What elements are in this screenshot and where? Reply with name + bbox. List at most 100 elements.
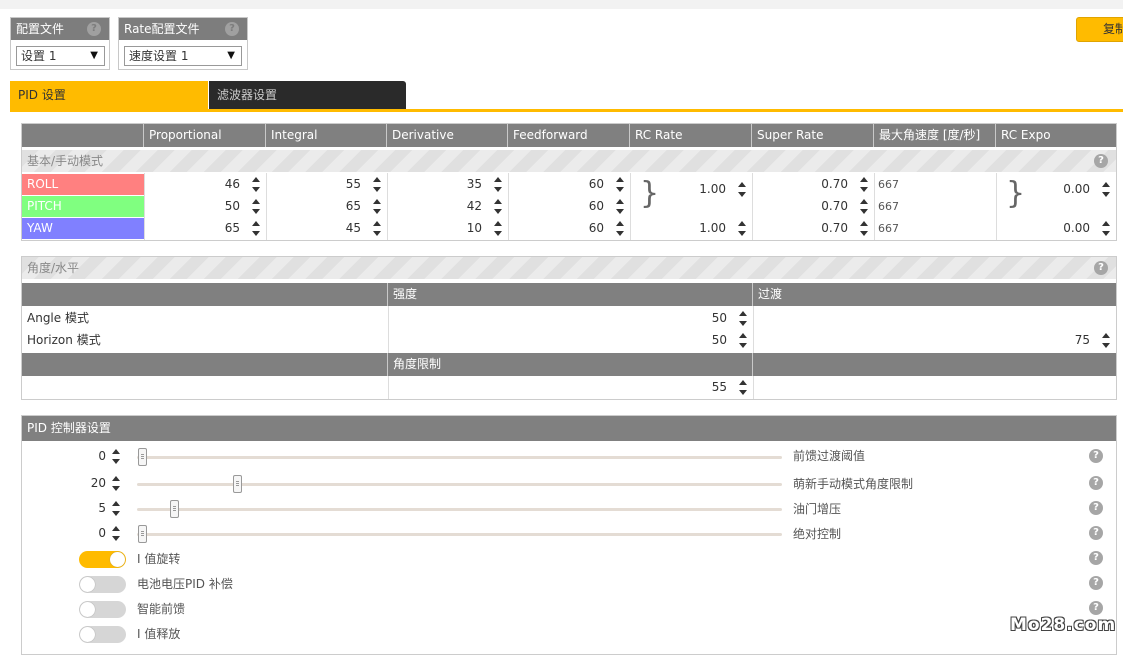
help-icon[interactable]: ? xyxy=(1089,551,1103,565)
pitch-i-value: 65 xyxy=(345,199,361,213)
iterm-relax-toggle[interactable] xyxy=(79,626,126,643)
help-icon[interactable]: ? xyxy=(225,22,239,36)
spinner-icon[interactable] xyxy=(616,177,624,192)
spinner-icon[interactable] xyxy=(1102,182,1110,197)
spinner-icon[interactable] xyxy=(860,221,868,236)
pitch-i-input[interactable]: 65 xyxy=(266,196,387,217)
tab-filter-settings[interactable]: 滤波器设置 xyxy=(209,81,406,110)
horizon-transition-input[interactable]: 75 xyxy=(753,330,1116,351)
spinner-icon[interactable] xyxy=(494,177,502,192)
spinner-icon[interactable] xyxy=(373,177,381,192)
help-icon[interactable]: ? xyxy=(1089,449,1103,463)
spinner-icon[interactable] xyxy=(494,221,502,236)
rate-profile-dropdown[interactable]: 速度设置 1 ▼ xyxy=(124,46,242,66)
yaw-super-rate-input[interactable]: 0.70 xyxy=(752,218,874,239)
spinner-icon[interactable] xyxy=(252,177,260,192)
throttle-boost-slider[interactable] xyxy=(137,508,782,511)
feedforward-threshold-slider[interactable] xyxy=(137,456,782,459)
help-icon[interactable]: ? xyxy=(1094,154,1108,168)
spinner-icon[interactable] xyxy=(112,501,120,516)
top-strip xyxy=(0,0,1123,9)
spinner-icon[interactable] xyxy=(860,199,868,214)
help-icon[interactable]: ? xyxy=(1089,601,1103,615)
rc-rate-roll-pitch-input[interactable]: 1.00 xyxy=(630,179,752,200)
rc-rate-yaw-input[interactable]: 1.00 xyxy=(630,218,752,239)
spinner-icon[interactable] xyxy=(860,177,868,192)
yaw-ff-input[interactable]: 60 xyxy=(508,218,630,239)
slider-handle[interactable] xyxy=(169,500,179,518)
rate-profile-header: Rate配置文件? xyxy=(119,18,247,40)
roll-ff-input[interactable]: 60 xyxy=(508,174,630,195)
spinner-icon[interactable] xyxy=(373,221,381,236)
beginner-angle-limit-input[interactable]: 20 xyxy=(26,473,126,494)
tab-pid-settings[interactable]: PID 设置 xyxy=(10,81,208,110)
spinner-icon[interactable] xyxy=(373,199,381,214)
angle-strength-input[interactable]: 50 xyxy=(388,308,753,329)
spinner-icon[interactable] xyxy=(112,526,120,541)
roll-i-input[interactable]: 55 xyxy=(266,174,387,195)
pitch-d-input[interactable]: 42 xyxy=(387,196,508,217)
yaw-d-input[interactable]: 10 xyxy=(387,218,508,239)
header-derivative: Derivative xyxy=(387,124,508,147)
header-blank xyxy=(22,283,388,306)
feedforward-threshold-input[interactable]: 0 xyxy=(26,446,126,467)
absolute-control-input[interactable]: 0 xyxy=(26,523,126,544)
help-icon[interactable]: ? xyxy=(1089,526,1103,540)
axis-pitch: PITCH xyxy=(22,196,144,217)
vbat-pid-compensation-toggle[interactable] xyxy=(79,576,126,593)
beginner-angle-limit-label: 萌新手动模式角度限制 xyxy=(793,477,914,491)
tab-underline xyxy=(10,109,1123,112)
slider-handle[interactable] xyxy=(138,525,147,543)
horizon-strength-input[interactable]: 50 xyxy=(388,330,753,351)
pitch-super-rate-input[interactable]: 0.70 xyxy=(752,196,874,217)
help-icon[interactable]: ? xyxy=(1089,501,1103,515)
angle-mode-label: Angle 模式 xyxy=(27,311,89,325)
smart-feedforward-toggle[interactable] xyxy=(79,601,126,618)
spinner-icon[interactable] xyxy=(738,182,746,197)
help-icon[interactable]: ? xyxy=(1089,476,1103,490)
spinner-icon[interactable] xyxy=(739,311,747,326)
vbat-pid-compensation-label: 电池电压PID 补偿 xyxy=(137,577,233,591)
spinner-icon[interactable] xyxy=(252,221,260,236)
throttle-boost-input[interactable]: 5 xyxy=(26,498,126,519)
slider-handle[interactable] xyxy=(138,448,147,466)
help-icon[interactable]: ? xyxy=(1089,576,1103,590)
spinner-icon[interactable] xyxy=(739,333,747,348)
help-icon[interactable]: ? xyxy=(87,22,101,36)
section-title: 角度/水平 xyxy=(27,261,80,275)
yaw-p-input[interactable]: 65 xyxy=(144,218,266,239)
profile-dropdown[interactable]: 设置 1 ▼ xyxy=(16,46,105,66)
profile-value: 设置 1 xyxy=(21,49,57,63)
yaw-d-value: 10 xyxy=(466,221,482,235)
pitch-p-input[interactable]: 50 xyxy=(144,196,266,217)
rc-expo-roll-pitch-input[interactable]: 0.00 xyxy=(996,179,1116,200)
spinner-icon[interactable] xyxy=(616,221,624,236)
roll-super-rate-input[interactable]: 0.70 xyxy=(752,174,874,195)
spinner-icon[interactable] xyxy=(112,476,120,491)
copy-button[interactable]: 复制 xyxy=(1076,17,1123,42)
angle-limit-input[interactable]: 55 xyxy=(388,377,753,398)
slider-handle[interactable] xyxy=(232,475,242,493)
iterm-rotation-toggle[interactable] xyxy=(79,551,126,568)
rc-expo-yaw-input[interactable]: 0.00 xyxy=(996,218,1116,239)
spinner-icon[interactable] xyxy=(112,449,120,464)
pitch-ff-input[interactable]: 60 xyxy=(508,196,630,217)
spinner-icon[interactable] xyxy=(739,380,747,395)
spinner-icon[interactable] xyxy=(1102,221,1110,236)
spinner-icon[interactable] xyxy=(494,199,502,214)
spinner-icon[interactable] xyxy=(252,199,260,214)
angle-strength-value: 50 xyxy=(711,311,727,325)
absolute-control-slider[interactable] xyxy=(137,533,782,536)
pitch-super-rate-value: 0.70 xyxy=(821,199,848,213)
feedforward-threshold-label: 前馈过渡阈值 xyxy=(793,449,866,463)
section-title: 基本/手动模式 xyxy=(27,154,104,168)
rc-expo-roll-pitch-value: 0.00 xyxy=(1063,182,1090,196)
rc-rate-yaw-value: 1.00 xyxy=(699,221,726,235)
help-icon[interactable]: ? xyxy=(1094,261,1108,275)
spinner-icon[interactable] xyxy=(738,221,746,236)
yaw-i-input[interactable]: 45 xyxy=(266,218,387,239)
spinner-icon[interactable] xyxy=(1102,333,1110,348)
roll-p-input[interactable]: 46 xyxy=(144,174,266,195)
spinner-icon[interactable] xyxy=(616,199,624,214)
roll-d-input[interactable]: 35 xyxy=(387,174,508,195)
